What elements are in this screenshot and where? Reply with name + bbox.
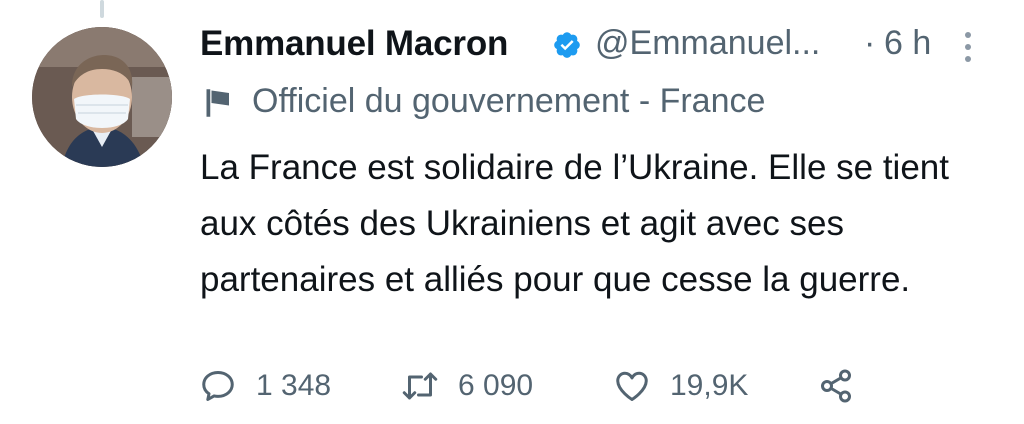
tweet-text: La France est solidaire de l’Ukraine. El… bbox=[200, 148, 949, 299]
avatar[interactable] bbox=[32, 27, 172, 167]
retweet-count: 6 090 bbox=[458, 369, 534, 402]
author-handle[interactable]: @Emmanuel... bbox=[595, 24, 845, 63]
like-count: 19,9K bbox=[670, 369, 749, 402]
more-vertical-icon[interactable] bbox=[962, 30, 974, 64]
like-button[interactable]: 19,9K bbox=[614, 360, 748, 412]
time-separator: · bbox=[864, 24, 876, 62]
tweet-actions: 1 348 6 090 19,9K bbox=[200, 360, 960, 412]
tweet-header: Emmanuel Macron @Emmanuel... · 6 h bbox=[200, 18, 1000, 70]
share-icon bbox=[821, 369, 851, 403]
reply-button[interactable]: 1 348 bbox=[200, 360, 331, 412]
verified-badge-icon bbox=[554, 32, 580, 58]
timestamp[interactable]: 6 h bbox=[884, 24, 931, 63]
label-text: Officiel du gouvernement - France bbox=[252, 82, 766, 120]
flag-icon bbox=[206, 89, 229, 117]
thread-connector-line bbox=[100, 0, 104, 18]
government-label[interactable]: Officiel du gouvernement - France bbox=[200, 78, 1000, 128]
heart-icon bbox=[616, 371, 648, 401]
avatar-image bbox=[32, 27, 172, 167]
share-button[interactable] bbox=[818, 360, 854, 412]
retweet-icon bbox=[402, 372, 438, 400]
reply-icon bbox=[202, 371, 234, 401]
reply-count: 1 348 bbox=[256, 369, 332, 402]
tweet-content: Emmanuel Macron @Emmanuel... · 6 h Offic… bbox=[200, 18, 1000, 308]
author-name[interactable]: Emmanuel Macron bbox=[200, 24, 508, 64]
retweet-button[interactable]: 6 090 bbox=[402, 360, 533, 412]
